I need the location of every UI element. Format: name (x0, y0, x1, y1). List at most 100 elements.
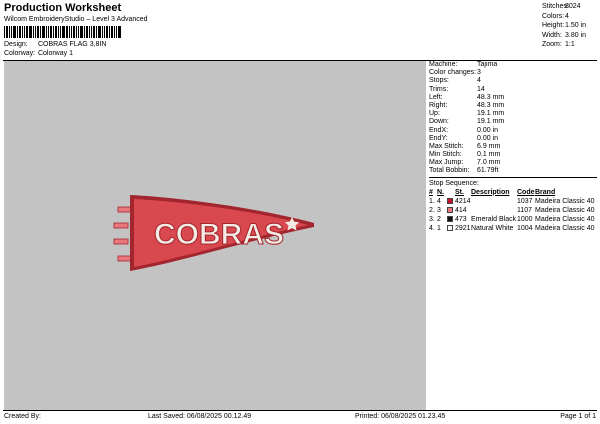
design-label: Design: (4, 41, 28, 48)
barcode-bar (84, 26, 85, 38)
detail-label: Down: (429, 118, 449, 126)
last-saved: Last Saved: 06/08/2025 00.12.49 (148, 413, 252, 420)
barcode-bar (76, 26, 77, 38)
barcode-bar (104, 26, 105, 38)
detail-row: Max Stitch: 6.9 mm (429, 143, 597, 151)
barcode-bar (29, 26, 32, 38)
stop-sequence-table: # N. St. Description Code Brand 1. 4 4214 1… (429, 188, 597, 233)
barcode-bar (24, 26, 25, 38)
color-swatch (447, 197, 455, 206)
detail-label: Min Stitch: (429, 151, 462, 159)
barcode-bar (37, 26, 39, 38)
barcode-bar (106, 26, 108, 38)
header-n: N. (437, 188, 444, 196)
detail-label: Machine: (429, 61, 458, 68)
barcode-bar (55, 26, 57, 38)
stop-stitches: 473 (455, 215, 467, 223)
detail-row: Right: 48.3 mm (429, 102, 597, 110)
detail-value: 0.00 in (477, 134, 499, 142)
stop-description: Emerald Black (471, 215, 517, 223)
summary-value: 3.80 in (565, 31, 587, 39)
barcode-bar (22, 26, 23, 38)
detail-label: Max Stitch: (429, 142, 464, 150)
pennant-tassel (113, 238, 129, 245)
barcode-bar (80, 26, 83, 38)
summary-value: 8024 (565, 3, 581, 10)
detail-row: EndX: 0.00 in (429, 127, 597, 135)
barcode-bar (96, 26, 97, 38)
barcode-bar (89, 26, 90, 38)
stop-brand: Madeira Classic 40 (535, 215, 595, 223)
barcode-bar (111, 26, 113, 38)
barcode-bar (91, 26, 92, 38)
header-code: Code (517, 188, 535, 196)
color-swatch-box (447, 224, 453, 231)
design-row: Design: COBRAS FLAG 3,8IN (4, 41, 106, 48)
color-swatch (447, 206, 455, 215)
detail-value: 0.00 in (477, 126, 499, 134)
barcode-bar (114, 26, 115, 38)
color-swatch (447, 215, 455, 224)
summary-label: Colors: (542, 12, 565, 20)
barcode-bar (116, 26, 117, 38)
stop-brand: Madeira Classic 40 (535, 224, 595, 232)
barcode-bar (17, 26, 18, 38)
detail-label: Total Bobbin: (429, 167, 470, 175)
barcode-bar (60, 26, 61, 38)
barcode-bar (9, 26, 10, 38)
summary-row: Zoom: 1:1 (542, 40, 598, 50)
detail-value: 0.1 mm (477, 151, 501, 159)
summary-row: Colors: 4 (542, 12, 598, 22)
header-description: Description (471, 188, 510, 196)
stop-brand: Madeira Classic 40 (535, 197, 595, 205)
summary-row: Height: 1.50 in (542, 21, 598, 31)
barcode-bar (13, 26, 16, 38)
colorway-row: Colorway: Colorway 1 (4, 50, 73, 57)
summary-label: Zoom: (542, 41, 562, 49)
barcode-bar (11, 26, 12, 38)
summary-row: Stitches: 8024 (542, 2, 598, 12)
barcode-bar (109, 26, 110, 38)
stop-code: 1004 (517, 224, 533, 232)
barcode-bar (98, 26, 101, 38)
design-preview: COBRAS (4, 61, 426, 410)
detail-row: Left: 48.3 mm (429, 94, 597, 102)
detail-row: Total Bobbin: 61.79ft (429, 167, 597, 175)
header-brand: Brand (535, 188, 556, 196)
stop-n: 1 (437, 224, 441, 232)
detail-row: Min Stitch: 0.1 mm (429, 151, 597, 159)
detail-label: EndY: (429, 134, 448, 142)
stop-n: 2 (437, 215, 441, 223)
detail-row: Machine: Tajima (429, 61, 597, 69)
barcode-bar (86, 26, 88, 38)
summary-label: Stitches: (542, 3, 569, 10)
barcode-bar (48, 26, 49, 38)
design-value: COBRAS FLAG 3,8IN (37, 41, 107, 48)
detail-row: Color changes: 3 (429, 69, 597, 77)
table-header-row: # N. St. Description Code Brand (429, 188, 597, 197)
detail-value: 19.1 mm (477, 118, 505, 126)
barcode-bar (33, 26, 34, 38)
barcode-bar (40, 26, 41, 38)
stop-brand: Madeira Classic 40 (535, 206, 595, 214)
stop-num: 2. (429, 206, 435, 214)
detail-label: Max Jump: (429, 159, 464, 167)
stop-stitches: 414 (455, 206, 467, 214)
barcode-bar (66, 26, 68, 38)
footer: Created By: Last Saved: 06/08/2025 00.12… (3, 411, 597, 422)
stop-description: Natural White (471, 224, 514, 232)
barcode-bar (71, 26, 72, 38)
printed-date: Printed: 06/08/2025 01.23.45 (355, 413, 446, 420)
barcode-bar (118, 26, 121, 38)
detail-label: Left: (429, 93, 443, 101)
detail-row: Trims: 14 (429, 86, 597, 94)
detail-label: Stops: (429, 77, 449, 85)
detail-label: EndX: (429, 126, 449, 134)
table-row: 1. 4 4214 1037 Madeira Classic 40 (429, 197, 597, 206)
barcode-bar (26, 26, 28, 38)
summary-value: 1.50 in (565, 22, 587, 30)
worksheet-title: Production Worksheet (4, 2, 122, 14)
software-subtitle: Wilcom EmbroideryStudio – Level 3 Advanc… (4, 16, 148, 23)
pennant-graphic: COBRAS (113, 195, 314, 271)
table-row: 4. 1 2921 Natural White 1004 Madeira Classic … (429, 224, 597, 233)
